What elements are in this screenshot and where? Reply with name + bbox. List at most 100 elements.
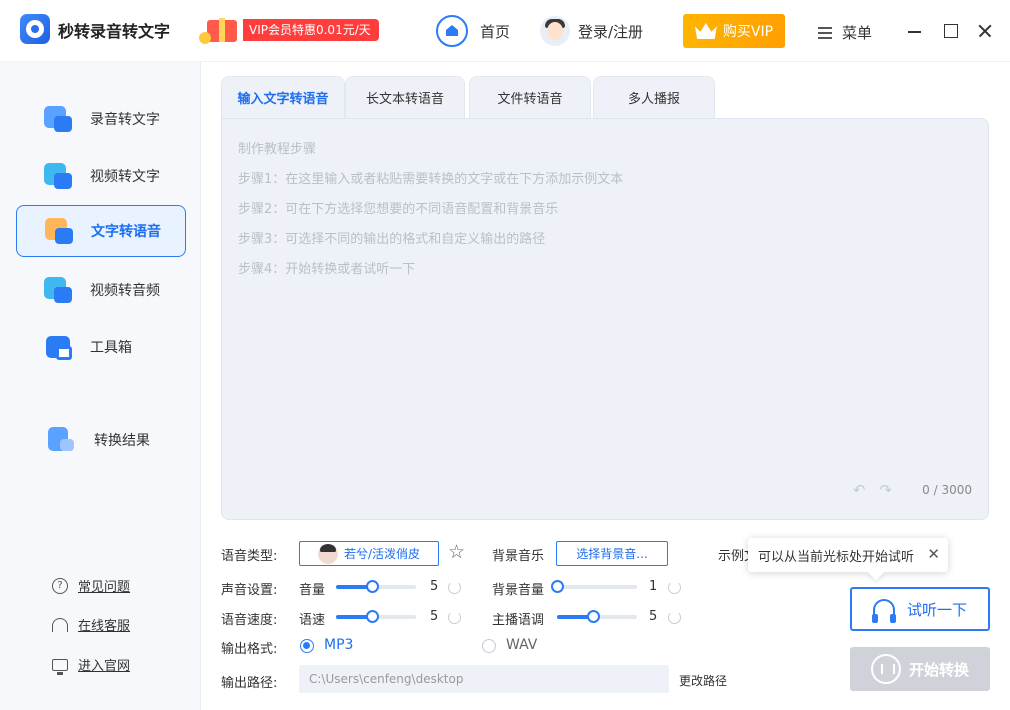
sidebar-item-label: 视频转音频 bbox=[90, 283, 160, 299]
sidebar-link-label: 常见问题 bbox=[78, 580, 131, 595]
tone-slider[interactable] bbox=[557, 610, 637, 623]
video-text-icon bbox=[44, 161, 74, 191]
hint-step: 步骤2：可在下方选择您想要的不同语音配置和背景音乐 bbox=[238, 202, 559, 217]
result-icon bbox=[48, 425, 78, 455]
sidebar-link-label: 进入官网 bbox=[78, 659, 131, 674]
minimize-icon[interactable] bbox=[906, 22, 924, 40]
close-icon[interactable] bbox=[976, 22, 994, 40]
sidebar-item-label: 工具箱 bbox=[90, 340, 132, 356]
maximize-icon[interactable] bbox=[942, 22, 960, 40]
nav-login[interactable]: 登录/注册 bbox=[540, 15, 643, 47]
menu-icon bbox=[818, 26, 832, 39]
format-option-wav: WAV bbox=[506, 637, 538, 653]
nav-login-label: 登录/注册 bbox=[578, 22, 644, 41]
redo-icon[interactable]: ↷ bbox=[879, 481, 892, 499]
hint-step: 步骤3：可选择不同的输出的格式和自定义输出的路径 bbox=[238, 232, 546, 247]
nav-home[interactable]: 首页 bbox=[436, 15, 510, 47]
format-label: 输出格式: bbox=[221, 642, 278, 657]
bgm-volume-value: 1 bbox=[649, 579, 658, 594]
sidebar-item-label: 转换结果 bbox=[94, 433, 150, 449]
gift-icon bbox=[195, 12, 247, 46]
nav-home-label: 首页 bbox=[480, 22, 511, 41]
tab-input-text[interactable]: 输入文字转语音 bbox=[221, 76, 345, 118]
bgm-volume-label: 背景音量 bbox=[492, 583, 545, 598]
path-label: 输出路径: bbox=[221, 676, 278, 691]
text-speech-icon bbox=[45, 216, 75, 246]
listen-button-label: 试听一下 bbox=[906, 600, 967, 619]
bgm-label: 背景音乐 bbox=[492, 549, 545, 564]
toolbox-icon bbox=[44, 332, 74, 362]
star-icon[interactable]: ☆ bbox=[448, 542, 465, 562]
voice-avatar-icon bbox=[318, 543, 338, 564]
sidebar-link-support[interactable]: 在线客服 bbox=[52, 615, 130, 634]
sidebar-item-label: 文字转语音 bbox=[91, 224, 161, 240]
monitor-icon bbox=[52, 658, 68, 675]
volume-slider[interactable] bbox=[336, 580, 416, 593]
reset-icon[interactable] bbox=[668, 611, 681, 624]
user-avatar-icon bbox=[540, 16, 570, 46]
output-path-field[interactable] bbox=[299, 665, 669, 693]
sidebar-item-results[interactable]: 转换结果 bbox=[16, 414, 186, 466]
start-button-label: 开始转换 bbox=[908, 660, 969, 679]
tooltip-close-icon[interactable]: ✕ bbox=[927, 546, 940, 562]
question-icon: ? bbox=[52, 577, 68, 594]
tab-multi-speaker[interactable]: 多人播报 bbox=[593, 76, 715, 118]
voice-type-label: 语音类型: bbox=[221, 549, 278, 564]
change-path-link[interactable]: 更改路径 bbox=[679, 672, 727, 689]
start-convert-button[interactable]: 开始转换 bbox=[850, 647, 990, 691]
reset-icon[interactable] bbox=[448, 611, 461, 624]
sidebar-item-label: 录音转文字 bbox=[90, 112, 160, 128]
listen-button[interactable]: 试听一下 bbox=[850, 587, 990, 631]
tab-long-text[interactable]: 长文本转语音 bbox=[345, 76, 465, 118]
sidebar-link-faq[interactable]: ? 常见问题 bbox=[52, 576, 130, 595]
headset-icon bbox=[52, 617, 68, 632]
home-icon bbox=[436, 15, 468, 47]
reset-icon[interactable] bbox=[448, 581, 461, 594]
sound-settings-label: 声音设置: bbox=[221, 583, 278, 598]
speed-row-label: 语音速度: bbox=[221, 613, 278, 628]
title-bar: 秒转录音转文字 VIP会员特惠0.01元/天 首页 登录/注册 购买VIP 菜单 bbox=[0, 0, 1010, 62]
speed-slider[interactable] bbox=[336, 610, 416, 623]
bgm-volume-slider[interactable] bbox=[551, 580, 637, 593]
char-count: 0 / 3000 bbox=[922, 483, 972, 497]
sidebar-item-audio-to-text[interactable]: 录音转文字 bbox=[16, 93, 186, 145]
listen-tooltip: 可以从当前光标处开始试听 ✕ bbox=[748, 538, 948, 572]
text-input-area[interactable]: 制作教程步骤 步骤1：在这里输入或者粘贴需要转换的文字或在下方添加示例文本 步骤… bbox=[221, 118, 989, 520]
sidebar-item-text-to-speech[interactable]: 文字转语音 bbox=[16, 205, 186, 257]
sidebar-item-video-to-audio[interactable]: 视频转音频 bbox=[16, 264, 186, 316]
buy-vip-label: 购买VIP bbox=[722, 24, 774, 40]
undo-icon[interactable]: ↶ bbox=[853, 481, 866, 499]
sidebar-item-label: 视频转文字 bbox=[90, 169, 160, 185]
volume-label: 音量 bbox=[299, 583, 326, 598]
voice-select-button[interactable]: 若兮/活泼俏皮 bbox=[299, 541, 439, 566]
crown-icon bbox=[694, 23, 717, 39]
hint-step: 步骤1：在这里输入或者粘贴需要转换的文字或在下方添加示例文本 bbox=[238, 172, 624, 187]
audio-wave-icon bbox=[870, 654, 901, 684]
vip-promo-text: VIP会员特惠0.01元/天 bbox=[243, 19, 379, 41]
sidebar-item-video-to-text[interactable]: 视频转文字 bbox=[16, 150, 186, 202]
tooltip-text: 可以从当前光标处开始试听 bbox=[758, 549, 915, 565]
voice-name: 若兮/活泼俏皮 bbox=[344, 547, 421, 561]
tab-file[interactable]: 文件转语音 bbox=[469, 76, 591, 118]
hint-step: 步骤4：开始转换或者试听一下 bbox=[238, 262, 416, 277]
mic-text-icon bbox=[44, 104, 74, 134]
volume-value: 5 bbox=[430, 579, 439, 594]
tone-value: 5 bbox=[649, 609, 658, 624]
speed-value: 5 bbox=[430, 609, 439, 624]
menu-button[interactable]: 菜单 bbox=[818, 22, 872, 43]
format-radio-wav[interactable] bbox=[482, 639, 496, 653]
undo-redo: ↶ ↷ bbox=[839, 481, 892, 499]
sidebar-link-label: 在线客服 bbox=[78, 619, 131, 634]
hint-title: 制作教程步骤 bbox=[238, 142, 317, 157]
format-radio-mp3[interactable] bbox=[300, 639, 314, 653]
sidebar-link-website[interactable]: 进入官网 bbox=[52, 655, 131, 675]
sidebar-item-toolbox[interactable]: 工具箱 bbox=[16, 321, 186, 373]
video-audio-icon bbox=[44, 275, 74, 305]
bgm-select-button[interactable]: 选择背景音... bbox=[556, 541, 668, 566]
menu-label: 菜单 bbox=[842, 24, 873, 42]
format-option-mp3: MP3 bbox=[324, 637, 354, 653]
vip-promo-banner[interactable]: VIP会员特惠0.01元/天 bbox=[195, 16, 393, 44]
buy-vip-button[interactable]: 购买VIP bbox=[683, 14, 785, 48]
speed-label: 语速 bbox=[299, 613, 326, 628]
reset-icon[interactable] bbox=[668, 581, 681, 594]
